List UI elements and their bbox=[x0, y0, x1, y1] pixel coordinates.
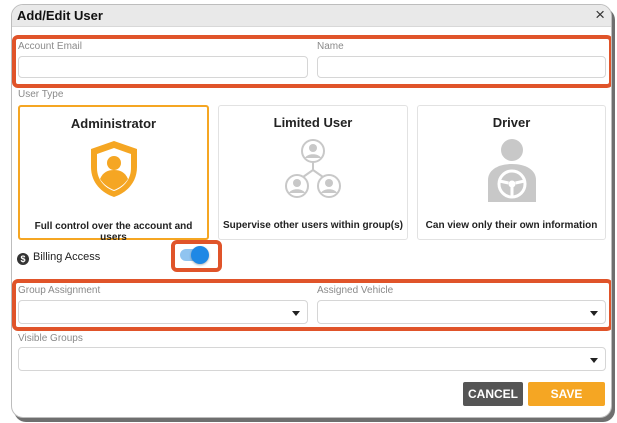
user-type-title: Driver bbox=[492, 115, 531, 130]
dialog-title: Add/Edit User bbox=[17, 8, 103, 23]
toggle-knob bbox=[191, 246, 209, 264]
user-type-description: Full control over the account and users bbox=[34, 221, 193, 243]
user-type-limited-user-card[interactable]: Limited User Supervise other users withi… bbox=[218, 105, 408, 240]
user-type-administrator-card[interactable]: Administrator Full control over the acco… bbox=[18, 105, 209, 243]
assigned-vehicle-label: Assigned Vehicle bbox=[317, 285, 394, 296]
account-email-label: Account Email bbox=[18, 41, 82, 52]
save-button[interactable]: SAVE bbox=[528, 382, 605, 406]
name-label: Name bbox=[317, 41, 344, 52]
close-icon[interactable]: × bbox=[595, 6, 605, 24]
user-type-title: Limited User bbox=[273, 115, 353, 130]
admin-shield-icon bbox=[87, 139, 141, 204]
chevron-down-icon bbox=[590, 311, 598, 316]
group-assignment-label: Group Assignment bbox=[18, 285, 101, 296]
billing-access-label: Billing Access bbox=[33, 251, 101, 263]
user-type-description: Supervise other users within group(s) bbox=[222, 220, 404, 231]
visible-groups-label: Visible Groups bbox=[18, 333, 83, 344]
billing-access-toggle[interactable] bbox=[180, 246, 209, 264]
driver-steering-icon bbox=[484, 138, 540, 207]
chevron-down-icon bbox=[292, 311, 300, 316]
account-email-field[interactable] bbox=[18, 56, 308, 78]
visible-groups-select[interactable] bbox=[18, 347, 606, 371]
user-type-title: Administrator bbox=[70, 116, 157, 131]
name-field[interactable] bbox=[317, 56, 606, 78]
add-edit-user-dialog: Add/Edit User × Account Email Name User … bbox=[11, 4, 612, 418]
cancel-button[interactable]: CANCEL bbox=[463, 382, 523, 406]
user-type-driver-card[interactable]: Driver Can view only their own informati… bbox=[417, 105, 606, 240]
dollar-icon: $ bbox=[17, 253, 29, 265]
chevron-down-icon bbox=[590, 358, 598, 363]
group-assignment-select[interactable] bbox=[18, 300, 308, 324]
user-hierarchy-icon bbox=[281, 138, 345, 205]
assigned-vehicle-select[interactable] bbox=[317, 300, 606, 324]
user-type-label: User Type bbox=[18, 89, 64, 100]
dialog-titlebar: Add/Edit User × bbox=[12, 5, 611, 27]
billing-access: $ Billing Access bbox=[17, 251, 100, 265]
user-type-description: Can view only their own information bbox=[425, 220, 598, 231]
